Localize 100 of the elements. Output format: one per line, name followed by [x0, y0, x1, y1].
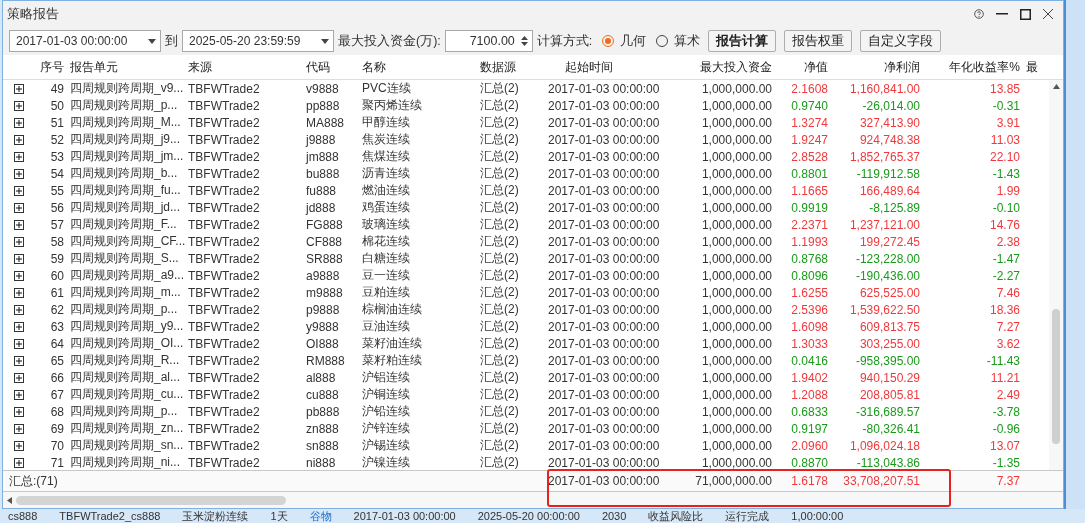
expand-icon[interactable] — [14, 117, 24, 128]
table-cell-text: TBFWTrade2 — [187, 251, 261, 266]
table-cell-text: 四周规则跨周期_M... — [69, 114, 182, 131]
expand-icon[interactable] — [14, 134, 24, 145]
table-cell-text: 0.6833 — [790, 404, 829, 419]
table-cell-text: 1,000,000.00 — [700, 438, 773, 453]
expand-icon[interactable] — [14, 253, 24, 264]
expand-icon[interactable] — [14, 372, 24, 383]
vertical-scrollbar[interactable] — [1049, 80, 1063, 470]
column-header[interactable]: 代码 — [303, 58, 359, 76]
column-header[interactable]: 名称 — [359, 58, 477, 76]
expand-icon[interactable] — [14, 219, 24, 230]
table-cell-text: 2017-01-03 00:00:00 — [547, 251, 661, 266]
column-header[interactable]: 最大投入资金 — [685, 58, 775, 76]
table-cell-text: 3.91 — [995, 115, 1021, 130]
table-cell-text: 2.38 — [995, 234, 1021, 249]
end-date-select[interactable]: 2025-05-20 23:59:59 — [182, 30, 334, 52]
table-cell-text: 汇总(2) — [479, 131, 520, 148]
column-header[interactable]: 来源 — [185, 58, 303, 76]
background-cell: 1天 — [270, 509, 288, 523]
table-cell-text: 68 — [49, 404, 65, 419]
expand-icon[interactable] — [14, 338, 24, 349]
table-cell-text: 1,000,000.00 — [700, 421, 773, 436]
table-cell-text: OI888 — [305, 336, 340, 351]
table-cell-text: -119,912.58 — [855, 166, 921, 181]
table-cell-text: 1,000,000.00 — [700, 98, 773, 113]
table-cell-text: 2017-01-03 00:00:00 — [547, 421, 661, 436]
expand-icon[interactable] — [14, 151, 24, 162]
table-cell-text: TBFWTrade2 — [187, 166, 261, 181]
column-header[interactable]: 净值 — [775, 58, 831, 76]
expand-icon[interactable] — [14, 440, 24, 451]
table-cell-text: 0.9919 — [790, 200, 829, 215]
table-cell-text: 四周规则跨周期_ni... — [69, 454, 181, 470]
start-date-select[interactable]: 2017-01-03 00:00:00 — [9, 30, 161, 52]
column-header[interactable]: 序号 — [29, 58, 67, 76]
table-cell-text: 2017-01-03 00:00:00 — [547, 132, 661, 147]
table-cell-text: 0.8096 — [790, 268, 829, 283]
expand-icon[interactable] — [14, 406, 24, 417]
expand-icon[interactable] — [14, 270, 24, 281]
expand-icon[interactable] — [14, 304, 24, 315]
spin-arrows-icon[interactable] — [520, 35, 528, 47]
table-cell-text: 菜籽油连续 — [361, 335, 423, 352]
table-cell-text: 汇总(2) — [479, 318, 520, 335]
table-cell-text: 1,852,765.37 — [848, 149, 921, 164]
toolbar-button[interactable]: 自定义字段 — [860, 30, 942, 52]
window-title: 策略报告 — [7, 5, 60, 23]
toolbar-button[interactable]: 报告权重 — [784, 30, 853, 52]
expand-icon[interactable] — [14, 83, 24, 94]
table-cell-text: -123,228.00 — [854, 251, 921, 266]
expand-icon[interactable] — [14, 321, 24, 332]
table-cell-text: 2017-01-03 00:00:00 — [547, 268, 661, 283]
expand-icon[interactable] — [14, 287, 24, 298]
column-header[interactable]: 报告单元 — [67, 58, 185, 76]
table-cell-text: 54 — [49, 166, 65, 181]
expand-icon[interactable] — [14, 457, 24, 468]
help-icon[interactable] — [974, 9, 984, 19]
table-cell-text: 聚丙烯连续 — [361, 97, 423, 114]
column-header[interactable]: 净利润 — [831, 58, 923, 76]
table-cell-text: 327,413.90 — [858, 115, 921, 130]
table-cell-text: 2017-01-03 00:00:00 — [547, 149, 661, 164]
scroll-thumb[interactable] — [1052, 309, 1060, 444]
column-header[interactable]: 最 — [1023, 58, 1063, 76]
table-cell-text: 56 — [49, 200, 65, 215]
column-header[interactable]: 年化收益率% — [923, 58, 1023, 76]
table-cell-text: 14.76 — [988, 217, 1021, 232]
table-cell-text: 1.6098 — [790, 319, 829, 334]
scroll-up-icon[interactable] — [1052, 84, 1060, 89]
table-cell-text: 四周规则跨周期_al... — [69, 369, 181, 386]
maximize-icon[interactable] — [1020, 8, 1031, 20]
expand-icon[interactable] — [14, 236, 24, 247]
expand-icon[interactable] — [14, 389, 24, 400]
toolbar-button[interactable]: 报告计算 — [708, 30, 777, 52]
column-header[interactable]: 起始时间 — [545, 58, 685, 76]
expand-icon[interactable] — [14, 100, 24, 111]
expand-icon[interactable] — [14, 423, 24, 434]
capital-spin-field[interactable]: 7100.00 — [444, 30, 533, 52]
scroll-thumb[interactable] — [16, 495, 286, 505]
table-cell-text: a9888 — [305, 268, 341, 283]
table-cell-text: 1.1665 — [790, 183, 829, 198]
close-icon[interactable] — [1043, 9, 1053, 19]
table-cell-text: FG888 — [305, 217, 344, 232]
column-header[interactable]: 数据源 — [477, 58, 545, 76]
table-cell-text: 2.2371 — [790, 217, 829, 232]
table-cell-text: 0.0416 — [790, 353, 829, 368]
scroll-left-icon[interactable] — [7, 496, 12, 504]
table-cell-text: zn888 — [305, 421, 340, 436]
table-cell-text: 2017-01-03 00:00:00 — [547, 353, 661, 368]
table-cell-text: pp888 — [305, 98, 341, 113]
horizontal-scrollbar[interactable] — [3, 492, 1063, 508]
expand-icon[interactable] — [14, 168, 24, 179]
expand-icon[interactable] — [14, 355, 24, 366]
caret-icon — [321, 38, 329, 44]
minimize-icon[interactable] — [996, 13, 1008, 15]
table-cell-text: 1,000,000.00 — [700, 234, 773, 249]
table-cell-text: 1,000,000.00 — [700, 336, 773, 351]
table-cell-text: -1.47 — [991, 251, 1021, 266]
table-cell-text: 四周规则跨周期_a9... — [69, 267, 185, 284]
table-cell-text: 0.8801 — [790, 166, 829, 181]
expand-icon[interactable] — [14, 202, 24, 213]
expand-icon[interactable] — [14, 185, 24, 196]
